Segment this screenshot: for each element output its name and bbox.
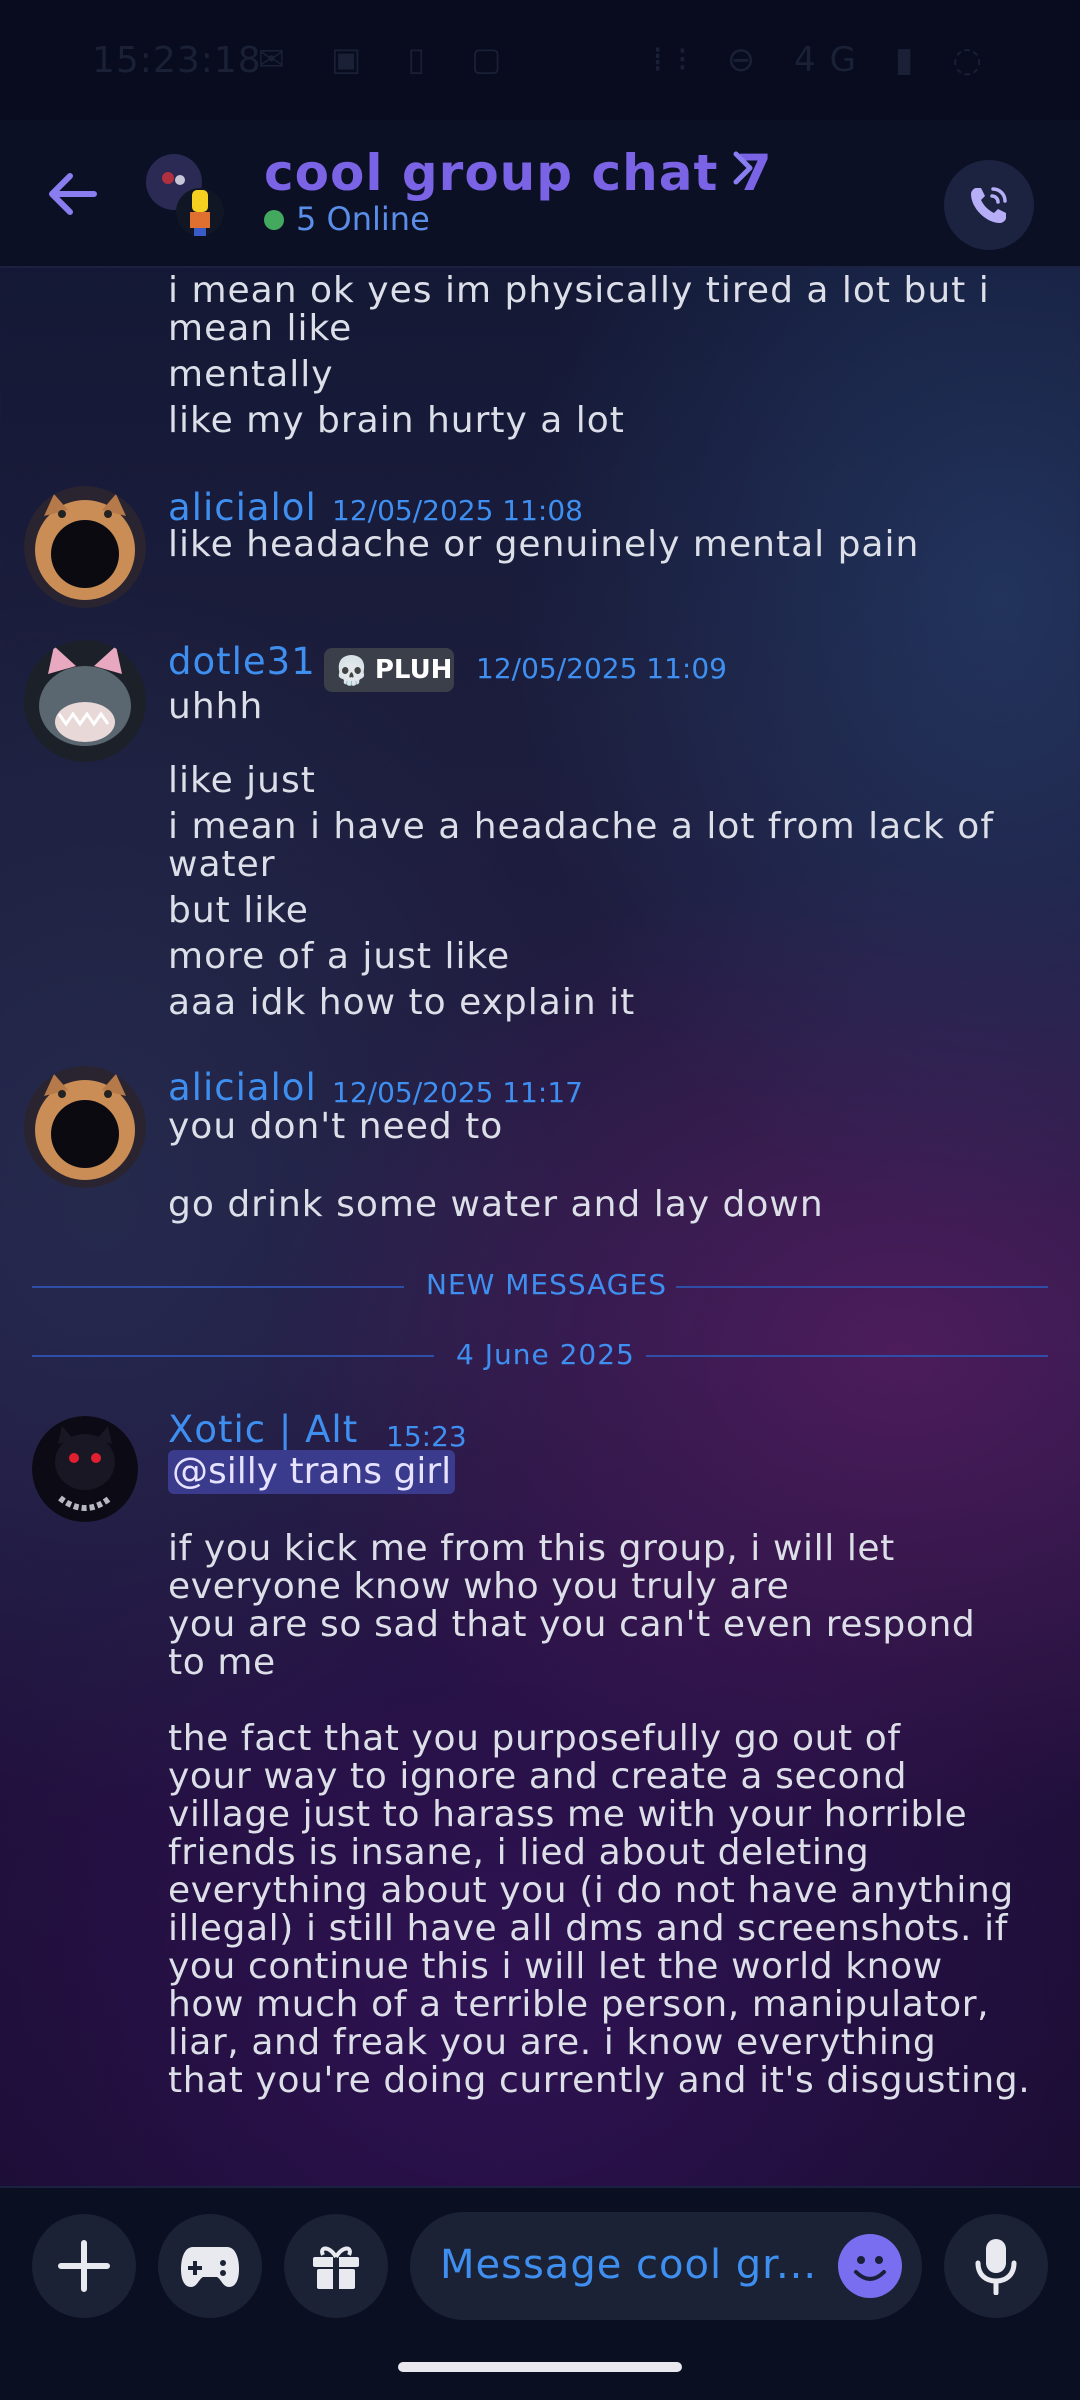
message-body: if you kick me from this group, i will l… xyxy=(168,1528,1031,2101)
status-right-icons: ⁞⁝ ⊖ 4G ▮ ◌ xyxy=(652,40,996,80)
new-messages-divider-left xyxy=(32,1286,404,1288)
message-line: more of a just like xyxy=(168,936,511,977)
chat-header: cool group chat 7 5 Online xyxy=(0,120,1080,268)
user-avatar[interactable] xyxy=(24,486,146,608)
message-author[interactable]: Xotic | Alt xyxy=(168,1408,358,1451)
badge-text: PLUH xyxy=(374,655,453,685)
message-timestamp: 12/05/2025 11:08 xyxy=(332,494,583,527)
gift-button[interactable] xyxy=(284,2214,388,2318)
vibrate-icon: ⁞⁝ xyxy=(652,40,702,80)
date-label: 4 June 2025 xyxy=(456,1338,635,1371)
activities-button[interactable] xyxy=(158,2214,262,2318)
message-line: but like xyxy=(168,890,309,931)
user-mention[interactable]: @silly trans girl xyxy=(168,1450,456,1494)
date-divider-left xyxy=(32,1355,434,1357)
shark-cat-avatar xyxy=(24,640,146,762)
skull-icon: 💀 xyxy=(334,653,369,687)
message-line: go drink some water and lay down xyxy=(168,1184,824,1225)
emoji-button[interactable] xyxy=(838,2234,902,2298)
chevron-right-icon[interactable] xyxy=(730,148,758,188)
date-divider-right xyxy=(646,1355,1048,1357)
message-line: aaa idk how to explain it xyxy=(168,982,636,1023)
message-line: i mean i have a headache a lot from lack… xyxy=(168,806,994,885)
group-title[interactable]: cool group chat 7 xyxy=(264,144,773,202)
message-input-placeholder: Message cool gr... xyxy=(440,2242,818,2288)
message-input[interactable]: Message cool gr... xyxy=(410,2212,922,2320)
message-author[interactable]: alicialol xyxy=(168,1066,317,1109)
message-author[interactable]: alicialol xyxy=(168,486,317,529)
user-tag-badge: 💀 PLUH xyxy=(324,648,454,692)
message-timestamp: 15:23 xyxy=(386,1420,467,1453)
message-line: i mean ok yes im physically tired a lot … xyxy=(168,270,990,349)
battery-icon: ◌ xyxy=(952,40,996,80)
smiley-icon xyxy=(854,2256,886,2281)
user-avatar[interactable] xyxy=(32,1416,138,1522)
group-avatar[interactable] xyxy=(144,152,224,238)
voice-message-button[interactable] xyxy=(944,2214,1048,2318)
back-button[interactable] xyxy=(44,166,100,222)
message-line: you don't need to xyxy=(168,1106,504,1147)
online-status-dot xyxy=(264,210,284,230)
network-label: 4G xyxy=(794,40,870,80)
cat-ring-avatar xyxy=(24,486,146,608)
cat-ring-avatar xyxy=(24,1066,146,1188)
message-line: like headache or genuinely mental pain xyxy=(168,524,920,565)
message-timestamp: 12/05/2025 11:09 xyxy=(476,652,727,685)
gamepad-icon xyxy=(181,2247,239,2287)
user-avatar[interactable] xyxy=(24,1066,146,1188)
plus-icon xyxy=(58,2240,110,2292)
status-bar: 15:23:18 ✉ ▣ ▯ ▢ ⁞⁝ ⊖ 4G ▮ ◌ xyxy=(0,0,1080,120)
new-messages-divider-right xyxy=(676,1286,1048,1288)
message-timestamp: 12/05/2025 11:17 xyxy=(332,1076,583,1109)
microphone-icon xyxy=(975,2239,1017,2295)
home-indicator[interactable] xyxy=(398,2362,682,2372)
phone-call-icon xyxy=(971,187,1007,223)
message-line: uhhh xyxy=(168,686,264,727)
group-avatar-image xyxy=(146,154,224,236)
user-avatar[interactable] xyxy=(24,640,146,762)
status-time: 15:23:18 xyxy=(92,40,262,81)
new-messages-label: NEW MESSAGES xyxy=(426,1268,667,1301)
voice-call-button[interactable] xyxy=(944,160,1034,250)
message-line: like just xyxy=(168,760,316,801)
arrow-left-icon xyxy=(49,173,97,215)
message-line: mentally xyxy=(168,354,334,395)
message-line: like my brain hurty a lot xyxy=(168,400,625,441)
message-author[interactable]: dotle31 xyxy=(168,640,316,683)
online-count: 5 Online xyxy=(296,200,430,238)
dnd-icon: ⊖ xyxy=(726,40,770,80)
add-attachment-button[interactable] xyxy=(32,2214,136,2318)
notification-icons: ✉ ▣ ▯ ▢ xyxy=(258,40,520,78)
black-panther-avatar xyxy=(32,1416,138,1522)
signal-icon: ▮ xyxy=(894,40,928,80)
gift-icon xyxy=(313,2246,359,2289)
